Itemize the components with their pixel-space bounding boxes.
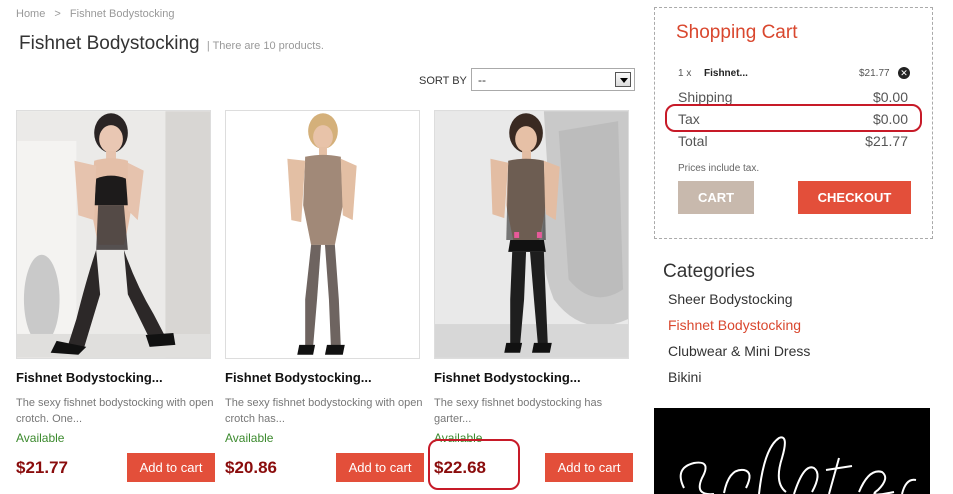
add-to-cart-button[interactable]: Add to cart <box>545 453 633 482</box>
price-highlight-annotation <box>428 439 520 490</box>
product-count: | There are 10 products. <box>206 40 324 52</box>
breadcrumb: Home > Fishnet Bodystocking <box>16 8 180 20</box>
sort-label: SORT BY <box>419 75 467 87</box>
product-card: Fishnet Bodystocking... The sexy fishnet… <box>224 110 433 494</box>
categories-title: Categories <box>663 261 755 282</box>
add-to-cart-button[interactable]: Add to cart <box>336 453 424 482</box>
script-logo-image <box>654 408 930 494</box>
category-item-sheer-bodystocking[interactable]: Sheer Bodystocking <box>668 291 793 307</box>
breadcrumb-current: Fishnet Bodystocking <box>69 8 175 20</box>
product-card: Fishnet Bodystocking... The sexy fishnet… <box>433 110 642 494</box>
shipping-row: Shipping $0.00 <box>678 89 908 105</box>
page-title: Fishnet Bodystocking | There are 10 prod… <box>19 33 324 55</box>
sort-select[interactable]: -- <box>471 68 635 91</box>
shipping-value: $0.00 <box>872 89 908 105</box>
product-image[interactable] <box>225 110 420 359</box>
add-to-cart-button[interactable]: Add to cart <box>127 453 215 482</box>
total-value: $21.77 <box>865 133 908 149</box>
total-row: Total $21.77 <box>678 133 908 149</box>
product-price: $20.86 <box>225 458 277 477</box>
cart-item-price: $21.77 <box>859 68 890 79</box>
product-photo-2 <box>226 111 419 358</box>
chevron-down-icon[interactable] <box>615 72 631 87</box>
product-name[interactable]: Fishnet Bodystocking... <box>16 370 163 385</box>
category-item-fishnet-bodystocking[interactable]: Fishnet Bodystocking <box>668 317 801 333</box>
brand-logo-banner[interactable] <box>654 408 930 494</box>
shipping-label: Shipping <box>678 89 733 105</box>
tax-highlight-annotation <box>665 104 922 132</box>
category-title: Fishnet Bodystocking <box>19 33 200 54</box>
product-image[interactable] <box>16 110 211 359</box>
product-description: The sexy fishnet bodystocking with open … <box>16 397 214 425</box>
cart-button[interactable]: CART <box>678 181 754 214</box>
availability-status: Available <box>225 431 274 445</box>
product-card: Fishnet Bodystocking... The sexy fishnet… <box>15 110 224 494</box>
breadcrumb-home-link[interactable]: Home <box>16 8 45 20</box>
sort-selected-value: -- <box>478 73 486 87</box>
cart-title[interactable]: Shopping Cart <box>676 22 797 44</box>
product-image[interactable] <box>434 110 629 359</box>
cart-item-quantity: 1 x <box>678 68 692 79</box>
remove-item-icon[interactable]: ✕ <box>898 67 910 79</box>
product-description: The sexy fishnet bodystocking has garter… <box>434 397 603 425</box>
product-price: $21.77 <box>16 458 68 477</box>
product-name[interactable]: Fishnet Bodystocking... <box>225 370 372 385</box>
product-description: The sexy fishnet bodystocking with open … <box>225 397 423 425</box>
availability-status: Available <box>16 431 65 445</box>
breadcrumb-separator: > <box>54 8 61 20</box>
cart-item-name[interactable]: Fishnet... <box>704 68 748 79</box>
product-photo-1 <box>17 111 210 358</box>
product-photo-3 <box>435 111 628 358</box>
category-item-clubwear[interactable]: Clubwear & Mini Dress <box>668 343 810 359</box>
product-name[interactable]: Fishnet Bodystocking... <box>434 370 581 385</box>
checkout-button[interactable]: CHECKOUT <box>798 181 911 214</box>
total-label: Total <box>678 133 708 149</box>
category-item-bikini[interactable]: Bikini <box>668 369 701 385</box>
tax-note: Prices include tax. <box>678 163 760 174</box>
